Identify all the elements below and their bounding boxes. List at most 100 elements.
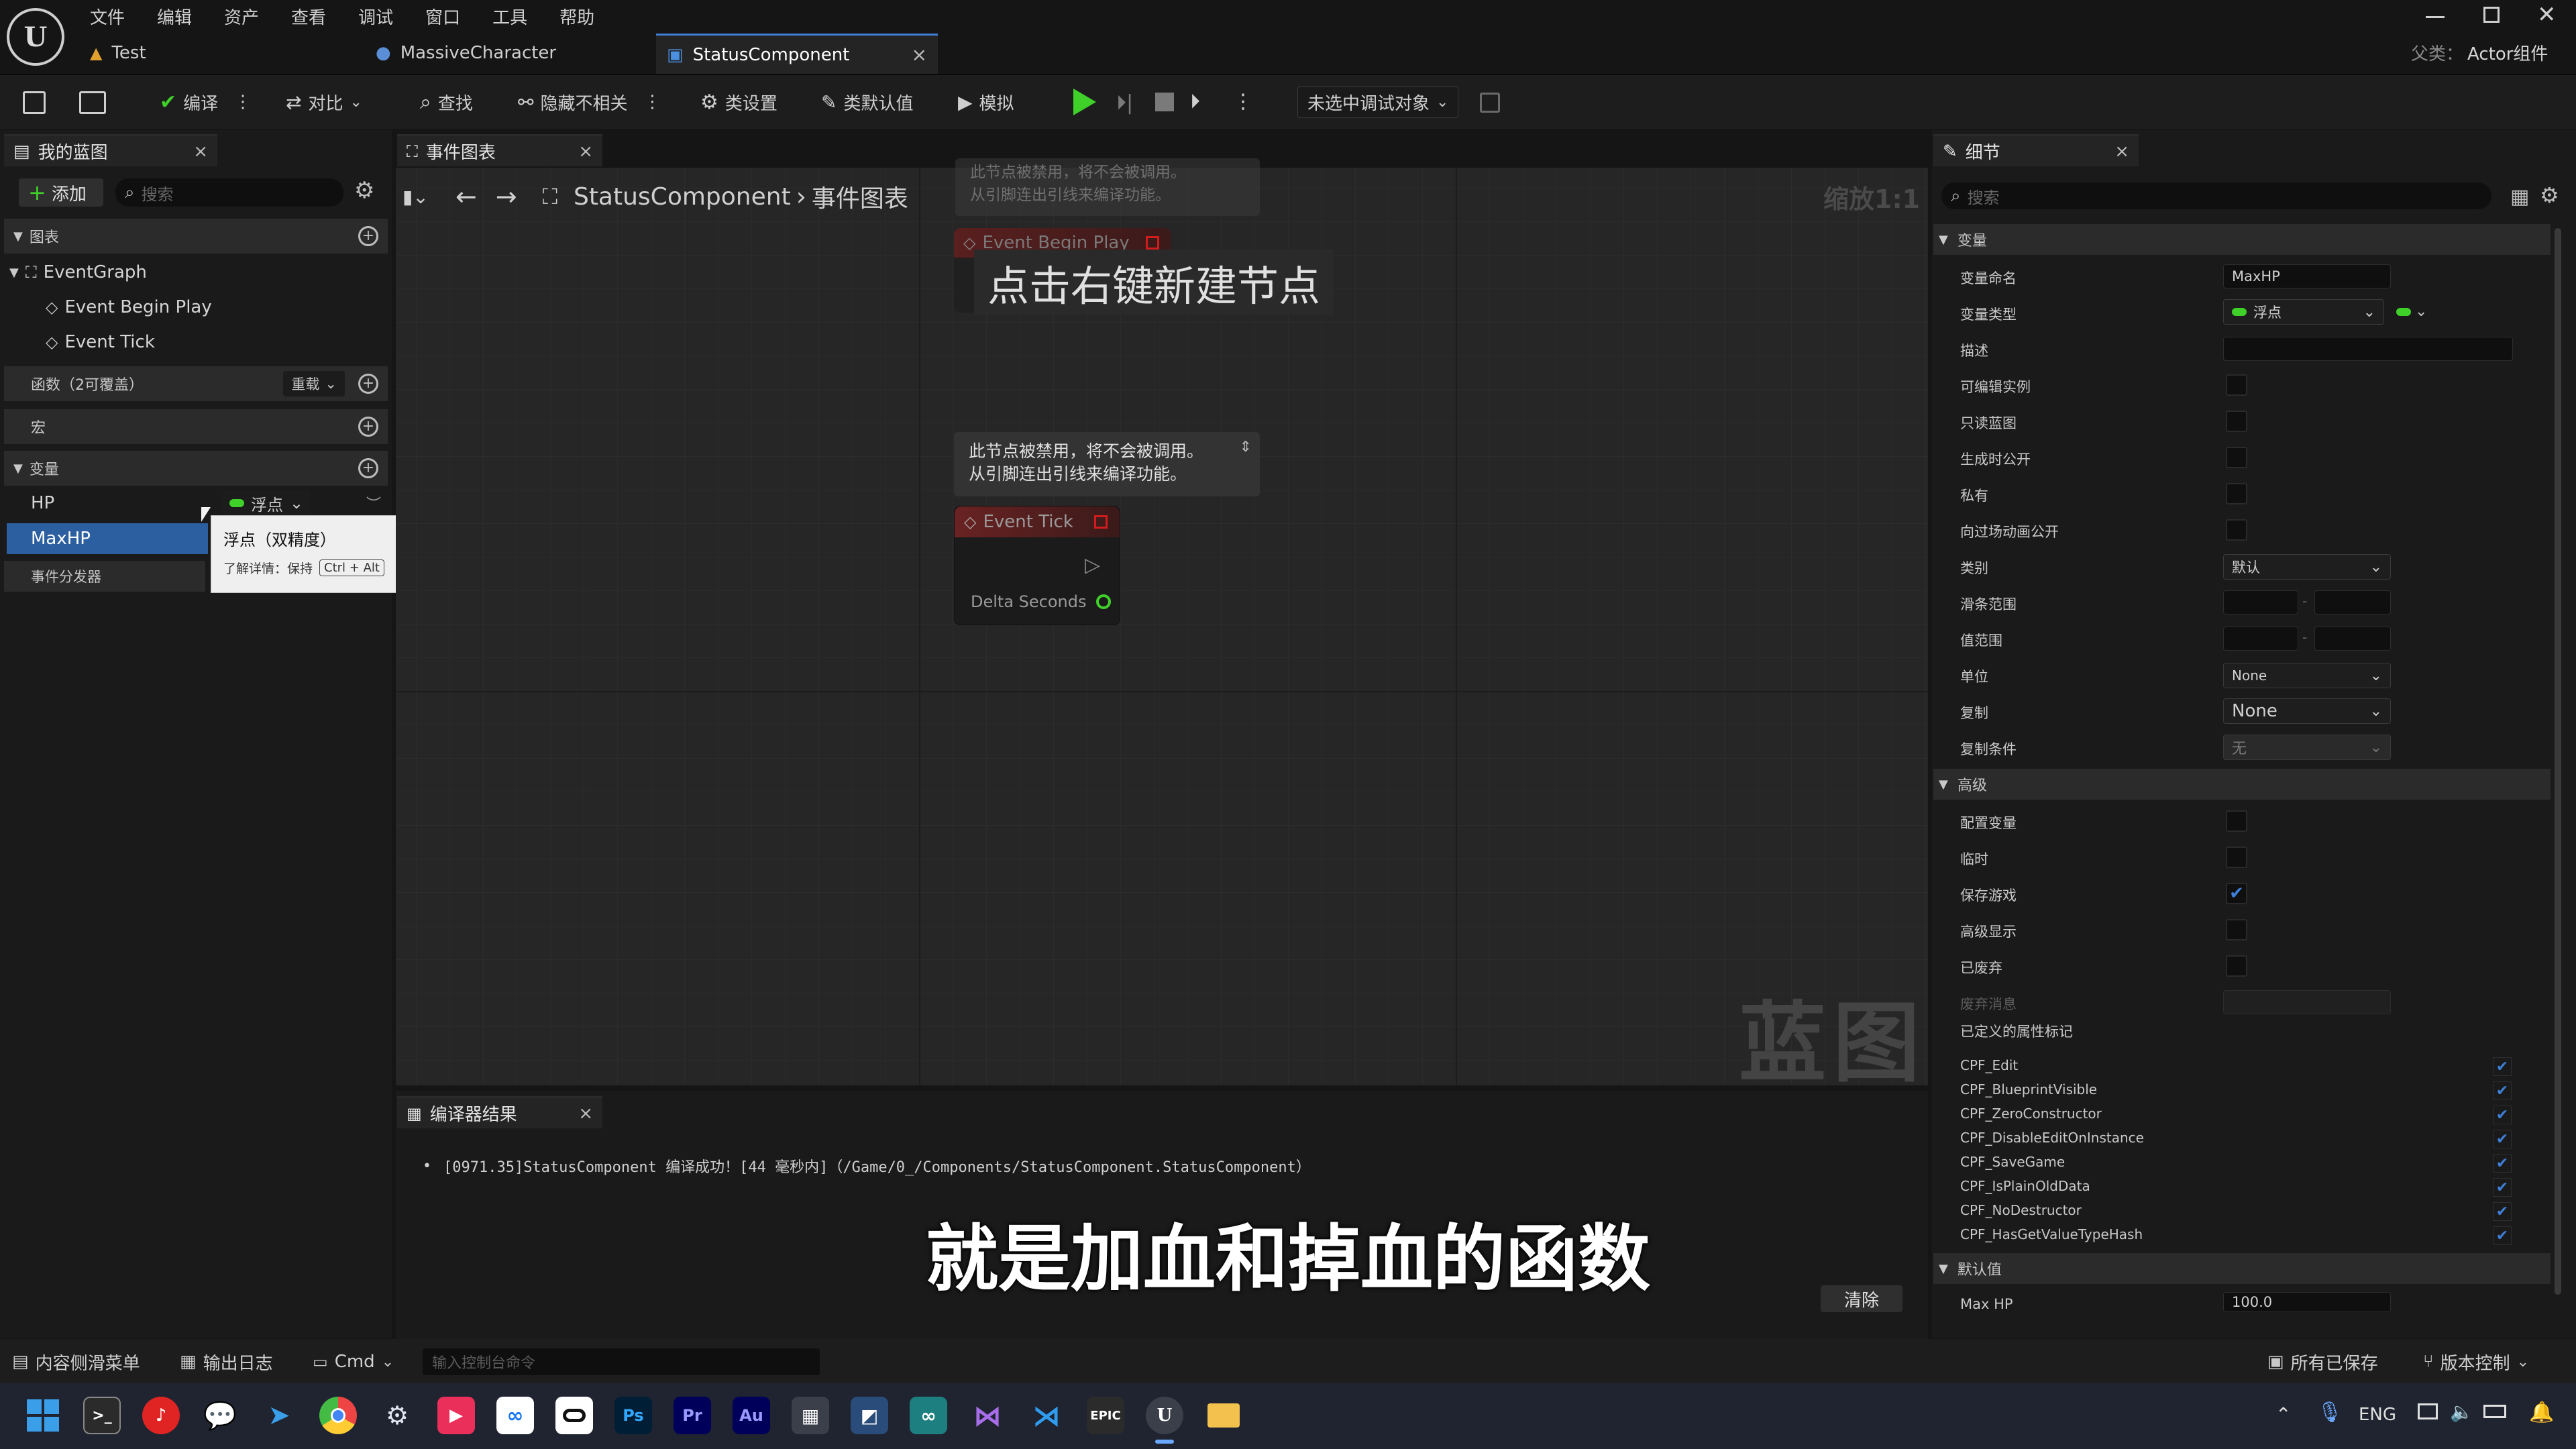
content-drawer-button[interactable]: ▤ 内容侧滑菜单 (12, 1346, 140, 1378)
steam-icon[interactable]: ⚙ (378, 1397, 416, 1434)
visibility-eye-icon[interactable]: ︶ (366, 492, 381, 514)
variables-section-header[interactable]: ▼ 变量 + (4, 451, 388, 486)
more-options-icon[interactable]: ⋮ (643, 92, 661, 112)
find-button[interactable]: ⌕ 查找 (411, 83, 482, 121)
netease-music-icon[interactable]: ♪ (142, 1397, 180, 1434)
eject-icon[interactable]: ⏵ (1190, 90, 1200, 113)
description-input[interactable] (2223, 337, 2513, 361)
blueprint-readonly-checkbox[interactable] (2226, 411, 2247, 432)
private-checkbox[interactable] (2226, 483, 2247, 504)
photoshop-icon[interactable]: Ps (614, 1397, 652, 1434)
source-control-button[interactable]: ⑂ 版本控制 ⌄ (2423, 1346, 2529, 1378)
expose-on-spawn-checkbox[interactable] (2226, 447, 2247, 468)
diff-button[interactable]: ⇄ 对比 ⌄ (276, 83, 372, 121)
add-macro-icon[interactable]: + (358, 417, 378, 437)
event-item-tick[interactable]: ◇ Event Tick (46, 329, 155, 356)
slider-range-min-input[interactable] (2223, 590, 2298, 614)
forward-arrow-icon[interactable]: → (496, 182, 517, 211)
language-indicator[interactable]: ENG (2359, 1405, 2396, 1425)
app-red-icon[interactable]: ▶ (437, 1397, 475, 1434)
windows-start-icon[interactable] (24, 1397, 62, 1434)
advanced-display-checkbox[interactable] (2226, 919, 2247, 941)
grid-view-icon[interactable]: ▦ (2510, 185, 2529, 209)
graphs-section-header[interactable]: ▼ 图表 + (4, 219, 388, 254)
menu-file[interactable]: 文件 (90, 4, 125, 29)
add-function-icon[interactable]: + (358, 374, 378, 394)
chrome-icon[interactable] (319, 1397, 357, 1434)
visual-studio-icon[interactable]: ⋈ (969, 1397, 1006, 1434)
menu-debug[interactable]: 调试 (358, 4, 393, 29)
node-delegate-pin-icon[interactable] (1094, 515, 1108, 529)
menu-edit[interactable]: 编辑 (157, 4, 192, 29)
monitor-icon[interactable] (2418, 1403, 2438, 1419)
close-panel-icon[interactable]: × (578, 142, 593, 162)
instance-editable-checkbox[interactable] (2226, 374, 2247, 396)
menu-view[interactable]: 查看 (291, 4, 326, 29)
menu-tools[interactable]: 工具 (492, 4, 527, 29)
menu-help[interactable]: 帮助 (559, 4, 594, 29)
wechat-icon[interactable]: 💬 (201, 1397, 239, 1434)
unreal-engine-icon[interactable]: U (1146, 1397, 1183, 1434)
expose-cinematics-checkbox[interactable] (2226, 519, 2247, 541)
app-teal-icon[interactable]: ∞ (910, 1397, 947, 1434)
settings-gear-icon[interactable]: ⚙ (2540, 182, 2559, 208)
simulate-button[interactable]: ▶ 模拟 (949, 83, 1024, 121)
event-dispatchers-header[interactable]: 事件分发器 (4, 561, 205, 592)
output-log-button[interactable]: ▦ 输出日志 (180, 1346, 273, 1378)
premiere-icon[interactable]: Pr (674, 1397, 711, 1434)
console-command-input[interactable]: 输入控制台命令 (423, 1348, 820, 1375)
replication-condition-select[interactable]: 无 ⌄ (2223, 735, 2391, 760)
advanced-section-header[interactable]: ▼ 高级 (1933, 769, 2551, 800)
unreal-logo-icon[interactable]: U (7, 8, 64, 66)
node-delegate-pin-icon[interactable] (1146, 236, 1159, 250)
close-panel-icon[interactable]: × (2114, 142, 2129, 162)
replication-select[interactable]: None ⌄ (2223, 698, 2391, 724)
event-graph-item[interactable]: ▼ ⛶ EventGraph (9, 259, 147, 286)
bookmark-icon[interactable]: ▮⌄ (402, 186, 429, 208)
variable-type-select[interactable]: 浮点 ⌄ (2223, 299, 2384, 325)
close-panel-icon[interactable]: × (193, 142, 208, 162)
slider-range-max-input[interactable] (2314, 590, 2391, 614)
save-game-checkbox[interactable]: ✔ (2226, 883, 2247, 904)
close-panel-icon[interactable]: × (578, 1104, 593, 1124)
epic-games-icon[interactable]: EPIC (1087, 1397, 1124, 1434)
variable-item-hp[interactable]: HP 浮点 ⌄ ︶ (4, 488, 388, 518)
hide-unrelated-button[interactable]: ⚯ 隐藏不相关 ⋮ (508, 83, 670, 121)
override-dropdown[interactable]: 重载 ⌄ (283, 371, 345, 396)
close-window-icon[interactable]: ✕ (2537, 1, 2557, 28)
exec-pin-icon[interactable]: ▷ (1085, 553, 1100, 577)
compiler-results-tab[interactable]: ▦ 编译器结果 × (397, 1096, 602, 1128)
class-defaults-button[interactable]: ✎ 类默认值 (812, 83, 922, 121)
value-range-max-input[interactable] (2314, 627, 2391, 651)
variable-item-maxhp[interactable]: MaxHP (7, 523, 208, 554)
details-search-input[interactable]: ⌕ 搜索 (1941, 182, 2491, 209)
blueprint-search-input[interactable]: ⌕ 搜索 (115, 178, 343, 207)
add-button[interactable]: + 添加 (19, 178, 103, 207)
back-arrow-icon[interactable]: ← (455, 182, 477, 211)
oculus-icon[interactable] (555, 1397, 593, 1434)
float-pin-icon[interactable] (1095, 594, 1111, 609)
add-graph-icon[interactable]: + (358, 226, 378, 246)
event-item-begin-play[interactable]: ◇ Event Begin Play (46, 294, 212, 321)
step-icon[interactable]: ⏵| (1116, 91, 1133, 115)
browse-icon[interactable] (79, 91, 106, 114)
mic-icon[interactable]: 🎙 (2317, 1401, 2343, 1424)
compile-button[interactable]: ✔ 编译 ⋮ (150, 83, 261, 121)
transient-checkbox[interactable] (2226, 847, 2247, 868)
value-range-min-input[interactable] (2223, 627, 2298, 651)
audition-icon[interactable]: Au (733, 1397, 770, 1434)
add-variable-icon[interactable]: + (358, 458, 378, 478)
restore-icon[interactable] (2483, 7, 2500, 23)
all-saved-button[interactable]: ▣ 所有已保存 (2267, 1346, 2378, 1378)
note-pin-icon[interactable]: ⇕ (1240, 439, 1252, 455)
battery-icon[interactable] (2483, 1405, 2506, 1418)
chevron-up-icon[interactable]: ⌃ (2275, 1403, 2291, 1426)
event-graph-tab[interactable]: ⛶ 事件图表 × (397, 134, 602, 166)
save-icon[interactable] (23, 91, 46, 114)
terminal-icon[interactable]: >_ (83, 1397, 121, 1434)
file-explorer-icon[interactable] (1205, 1397, 1242, 1434)
notification-icon[interactable]: 🔔 (2529, 1401, 2554, 1424)
details-tab[interactable]: ✎ 细节 × (1933, 134, 2139, 166)
deprecated-checkbox[interactable] (2226, 955, 2247, 977)
class-settings-button[interactable]: ⚙ 类设置 (691, 83, 787, 121)
